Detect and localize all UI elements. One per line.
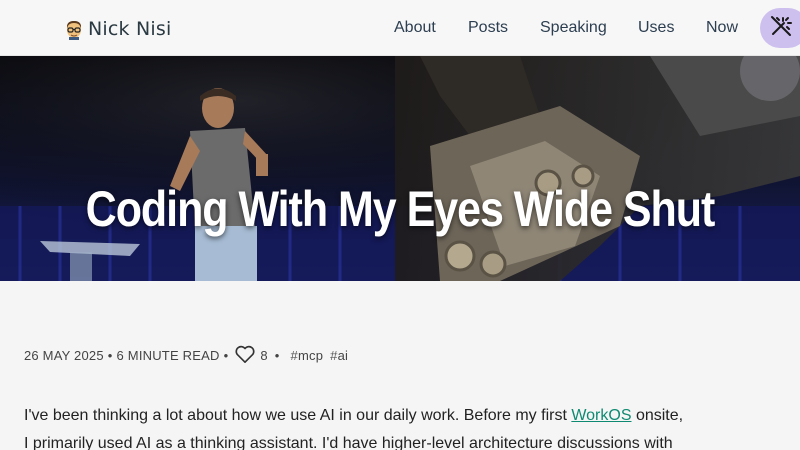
nav-speaking[interactable]: Speaking xyxy=(540,19,607,37)
main-nav: About Posts Speaking Uses Now xyxy=(0,19,800,41)
tag-hash: # xyxy=(290,347,298,363)
like-button[interactable]: 8 xyxy=(234,344,268,367)
theme-toggle-button[interactable] xyxy=(760,8,800,48)
text-segment: I primarily used AI as a thinking assist… xyxy=(24,435,673,450)
hero-banner: Coding With My Eyes Wide Shut xyxy=(0,56,800,281)
magic-wand-off-icon xyxy=(769,14,793,42)
meta-separator: • xyxy=(274,347,280,363)
like-count: 8 xyxy=(260,347,268,363)
meta-separator: • xyxy=(223,347,229,363)
tag-label: mcp xyxy=(297,347,324,363)
workos-link[interactable]: WorkOS xyxy=(571,407,631,424)
tag-label: ai xyxy=(337,347,349,363)
text-segment: onsite, xyxy=(631,407,684,424)
nav-about[interactable]: About xyxy=(394,19,436,37)
tag-mcp[interactable]: #mcp xyxy=(291,348,324,363)
paragraph: I've been thinking a lot about how we us… xyxy=(24,402,704,450)
post-body: I've been thinking a lot about how we us… xyxy=(24,402,704,450)
nav-now[interactable]: Now xyxy=(706,19,738,37)
text-segment: I've been thinking a lot about how we us… xyxy=(24,407,572,424)
heart-icon xyxy=(234,344,256,367)
tag-ai[interactable]: #ai xyxy=(330,348,348,363)
hero-photo xyxy=(0,56,800,281)
post-date: 26 MAY 2025 xyxy=(24,347,104,363)
tag-hash: # xyxy=(330,347,338,363)
site-header: Nick Nisi About Posts Speaking Uses Now xyxy=(0,0,800,56)
meta-separator: • xyxy=(107,347,113,363)
read-time: 6 MINUTE READ xyxy=(116,347,220,363)
nav-posts[interactable]: Posts xyxy=(468,19,508,37)
post-title: Coding With My Eyes Wide Shut xyxy=(85,181,716,237)
nav-uses[interactable]: Uses xyxy=(638,19,674,37)
post-meta: 26 MAY 2025 • 6 MINUTE READ • 8 • #mcp #… xyxy=(24,343,348,367)
